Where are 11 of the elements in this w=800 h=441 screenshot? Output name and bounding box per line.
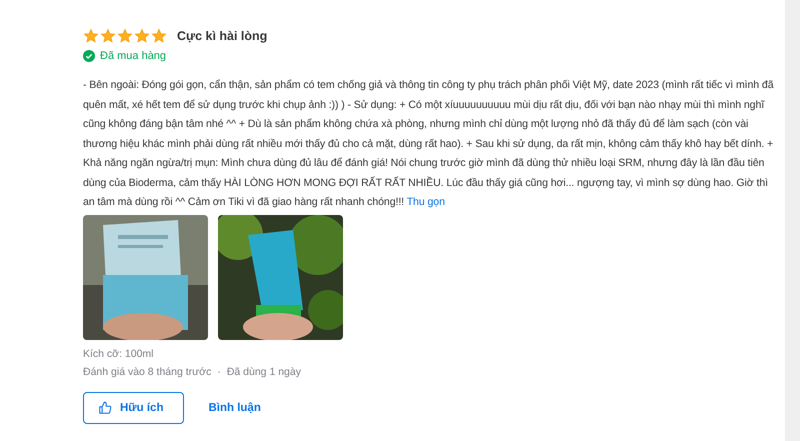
usage-duration: Đã dùng 1 ngày bbox=[226, 366, 301, 378]
size-label: Kích cỡ: 100ml bbox=[83, 348, 154, 360]
check-circle-icon bbox=[83, 50, 95, 62]
helpful-button[interactable]: Hữu ích bbox=[83, 392, 184, 424]
collapse-link[interactable]: Thu gọn bbox=[406, 196, 445, 208]
review-title: Cực kì hài lòng bbox=[177, 29, 268, 43]
thumbs-up-icon bbox=[98, 400, 112, 414]
verified-purchase-label: Đã mua hàng bbox=[100, 50, 166, 62]
separator-dot: · bbox=[217, 366, 221, 378]
review-text: - Bên ngoài: Đóng gói gọn, cẩn thận, sản phẩm có tem chống giả và thông tin công ty phụ trách phân phối Việt Mỹ, date 2023 (mình rất tiếc vì mình đã quên mất, xé hết tem để sử dụng trước khi chụp ảnh :)) ) - Sử dụng: + Có một xíuuuuuuuuuu mùi dịu rất dịu, đối với bạn nào nhạy mùi thì mình nghĩ cũng không đáng bận tâm nhé ^^ + Dù là sản phẩm không chứa xà phòng, nhưng mình chỉ dùng một lượng nhỏ đã thấy đủ để làm sạch (còn vài thương hiệu khác mình phải dùng rất nhiều mới thấy đủ cho cả mặt, dùng rất hao). + Sau khi sử dụng, da rất mịn, không cảm thấy khô hay bết dính. + Khả năng ngăn ngừa/trị mụn: Mình chưa dùng đủ lâu để đánh giá! Nói chung trước giờ mình đã dùng thử nhiều loại SRM, nhưng đây là lần đầu tiên dùng của Bioderma, cảm thấy HÀI LÒNG HƠN MONG ĐỢI RẤT RẤT NHIỀU. Lúc đầu thấy giá cũng hơi... ngượng tay, vì mình sợ dùng hao. Giờ thì an tâm mà dùng rồi ^^ Cảm ơn Tiki vì đã giao hàng rất nhanh chóng!!! Thu gọn bbox=[83, 78, 775, 210]
review-date: Đánh giá vào 8 tháng trước bbox=[83, 366, 212, 378]
